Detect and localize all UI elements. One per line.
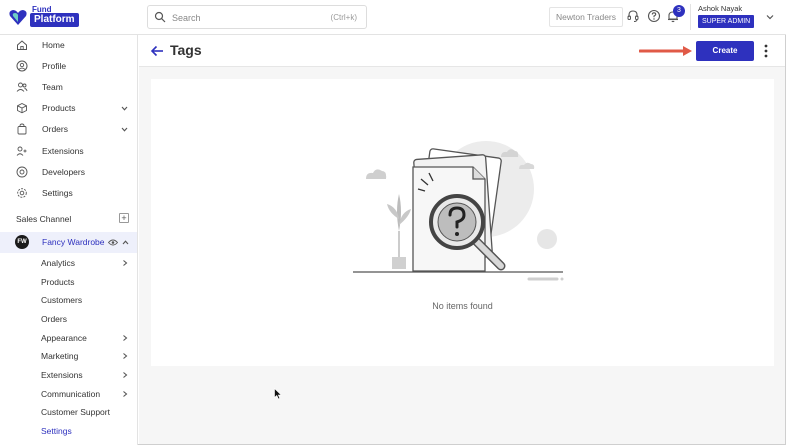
sub-item-label: Orders bbox=[41, 314, 67, 324]
sub-item-products[interactable]: Products bbox=[0, 273, 137, 291]
sub-item-orders[interactable]: Orders bbox=[0, 310, 137, 328]
chevron-up-icon[interactable] bbox=[121, 238, 130, 247]
chevron-right-icon bbox=[123, 353, 128, 359]
sidebar-item-team[interactable]: Team bbox=[0, 77, 137, 98]
sidebar-item-label: Extensions bbox=[42, 146, 84, 156]
gear-icon bbox=[17, 188, 27, 198]
top-header: Fund Platform Search (Ctrl+k) Newton Tra… bbox=[0, 0, 786, 35]
chevron-right-icon bbox=[123, 260, 128, 266]
sidebar-item-label: Home bbox=[42, 40, 65, 50]
developers-icon bbox=[16, 166, 28, 178]
chevron-down-icon[interactable] bbox=[120, 125, 129, 134]
sales-channel-fancy-wardrobe[interactable]: FW Fancy Wardrobe bbox=[0, 232, 137, 253]
sidebar-item-settings[interactable]: Settings bbox=[0, 183, 137, 204]
sidebar-item-label: Orders bbox=[42, 124, 68, 134]
eye-icon[interactable] bbox=[108, 238, 118, 247]
sidebar-item-label: Settings bbox=[42, 188, 73, 198]
sidebar-item-extensions[interactable]: Extensions bbox=[0, 141, 137, 162]
search-input[interactable]: Search (Ctrl+k) bbox=[147, 5, 367, 29]
sub-item-customer-support[interactable]: Customer Support bbox=[0, 403, 137, 421]
help-icon[interactable] bbox=[647, 9, 661, 23]
more-options-icon[interactable] bbox=[761, 43, 771, 59]
profile-icon bbox=[16, 60, 28, 72]
sub-item-settings[interactable]: Settings bbox=[0, 422, 137, 440]
sub-item-label: Products bbox=[41, 277, 75, 287]
page-header: Tags Create bbox=[139, 35, 785, 67]
search-icon bbox=[154, 11, 166, 23]
sidebar-item-label: Team bbox=[42, 82, 63, 92]
sub-item-label: Settings bbox=[41, 426, 72, 436]
app-logo[interactable]: Fund Platform bbox=[8, 5, 80, 29]
chevron-right-icon bbox=[123, 335, 128, 341]
empty-state-illustration bbox=[353, 141, 564, 281]
chevron-right-icon bbox=[123, 391, 128, 397]
sub-item-analytics[interactable]: Analytics bbox=[0, 254, 137, 272]
sidebar-item-orders[interactable]: Orders bbox=[0, 119, 137, 140]
extensions-icon bbox=[16, 146, 27, 156]
sub-item-extensions[interactable]: Extensions bbox=[0, 366, 137, 384]
sidebar-item-label: Profile bbox=[42, 61, 67, 71]
box-icon bbox=[17, 102, 27, 114]
main-content: Tags Create No items found bbox=[139, 35, 785, 444]
bag-icon bbox=[17, 123, 27, 135]
sub-item-marketing[interactable]: Marketing bbox=[0, 347, 137, 365]
store-name: Fancy Wardrobe bbox=[42, 237, 105, 247]
sub-item-label: Customers bbox=[41, 295, 83, 305]
sub-item-label: Communication bbox=[41, 389, 101, 399]
notification-badge: 3 bbox=[673, 5, 685, 17]
home-icon bbox=[17, 40, 27, 50]
user-name[interactable]: Ashok Nayak bbox=[698, 4, 742, 13]
chevron-down-icon[interactable] bbox=[120, 104, 129, 113]
sidebar-item-profile[interactable]: Profile bbox=[0, 56, 137, 77]
sub-item-label: Marketing bbox=[41, 351, 79, 361]
sub-item-label: Appearance bbox=[41, 333, 87, 343]
annotation-arrow-icon bbox=[639, 46, 692, 56]
sub-item-communication[interactable]: Communication bbox=[0, 385, 137, 403]
store-logo: FW bbox=[15, 235, 29, 249]
sub-item-label: Customer Support bbox=[41, 407, 110, 417]
empty-state-message: No items found bbox=[432, 301, 493, 311]
chevron-right-icon bbox=[123, 372, 128, 378]
chevron-down-icon[interactable] bbox=[765, 12, 775, 22]
user-role-badge: SUPER ADMIN bbox=[698, 15, 755, 28]
sidebar-item-products[interactable]: Products bbox=[0, 98, 137, 119]
sidebar-item-developers[interactable]: Developers bbox=[0, 162, 137, 183]
team-icon bbox=[16, 82, 28, 92]
logo-main-text: Platform bbox=[30, 13, 79, 27]
sidebar: Home Profile Team Products Orders Extens… bbox=[0, 35, 138, 445]
add-sales-channel-button[interactable]: + bbox=[119, 213, 129, 223]
header-divider bbox=[690, 4, 691, 30]
sales-channel-heading: Sales Channel bbox=[16, 214, 72, 224]
logo-heart-icon bbox=[9, 10, 27, 25]
empty-state-card: No items found bbox=[151, 79, 774, 366]
search-shortcut: (Ctrl+k) bbox=[330, 13, 357, 22]
create-button[interactable]: Create bbox=[696, 41, 754, 61]
sidebar-item-label: Products bbox=[42, 103, 76, 113]
back-arrow-icon[interactable] bbox=[150, 44, 164, 58]
sub-item-customers[interactable]: Customers bbox=[0, 291, 137, 309]
sub-item-appearance[interactable]: Appearance bbox=[0, 329, 137, 347]
search-placeholder: Search bbox=[172, 13, 201, 23]
sub-item-label: Extensions bbox=[41, 370, 83, 380]
support-icon[interactable] bbox=[626, 9, 640, 23]
sidebar-item-label: Developers bbox=[42, 167, 85, 177]
mouse-cursor-icon bbox=[274, 388, 282, 400]
sidebar-item-home[interactable]: Home bbox=[0, 35, 137, 56]
page-title: Tags bbox=[170, 42, 202, 58]
sub-item-label: Analytics bbox=[41, 258, 76, 268]
org-selector[interactable]: Newton Traders bbox=[549, 7, 623, 27]
